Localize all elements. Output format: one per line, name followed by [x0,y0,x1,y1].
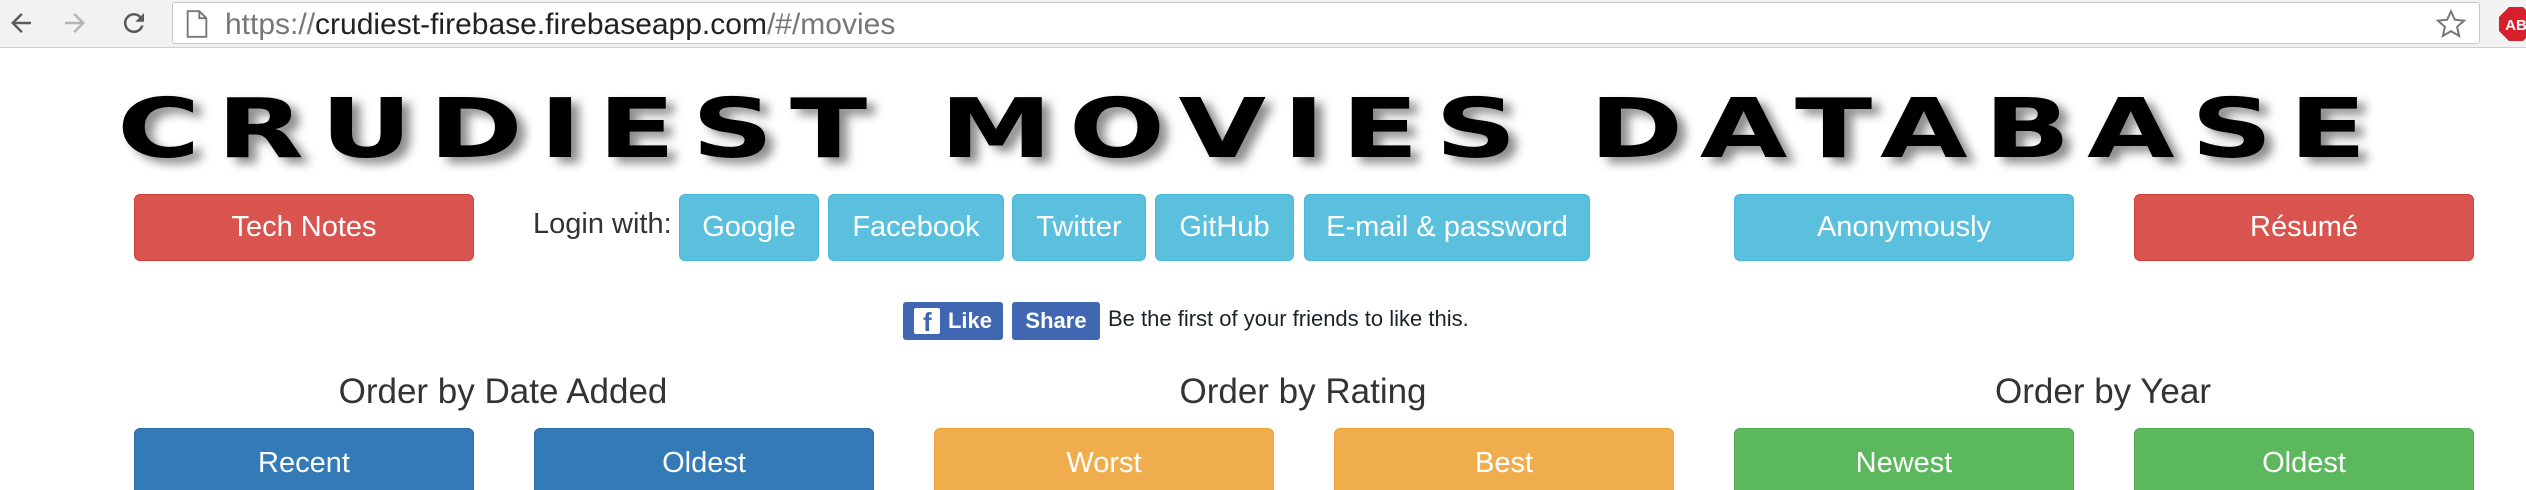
site-title: CRUDIEST MOVIES DATABASE [117,82,2384,177]
url-scheme: https:// [225,8,316,41]
facebook-logo-icon: f [913,307,940,337]
forward-arrow-icon [65,13,85,33]
login-google-button[interactable]: Google [679,194,819,261]
order-worst-button[interactable]: Worst [934,428,1274,490]
resume-button[interactable]: Résumé [2134,194,2474,261]
adblock-badge: AB [2505,17,2526,34]
facebook-like-button[interactable]: f Like [903,302,1003,340]
order-newest-button[interactable]: Newest [1734,428,2074,490]
order-oldest-year-button[interactable]: Oldest [2134,428,2474,490]
login-facebook-button[interactable]: Facebook [828,194,1004,261]
order-recent-button[interactable]: Recent [134,428,474,490]
tech-notes-button[interactable]: Tech Notes [134,194,474,261]
order-oldest-added-button[interactable]: Oldest [534,428,874,490]
facebook-share-button[interactable]: Share [1012,302,1100,340]
adblock-icon[interactable]: AB [2498,6,2526,42]
login-anonymous-button[interactable]: Anonymously [1734,194,2074,261]
bookmark-star-icon[interactable] [2435,8,2467,40]
reload-button[interactable] [115,4,153,42]
reload-icon [123,13,144,34]
forward-button[interactable] [56,4,94,42]
order-by-year-title: Order by Year [1995,372,2211,411]
back-arrow-icon [11,13,31,33]
login-label: Login with: [533,208,672,240]
back-button[interactable] [2,4,40,42]
facebook-social-text: Be the first of your friends to like thi… [1108,306,1469,331]
browser-toolbar: https://crudiest-firebase.firebaseapp.co… [0,0,2526,48]
facebook-like-label: Like [947,308,993,333]
order-by-date-title: Order by Date Added [338,372,668,411]
page-icon [186,10,208,38]
address-bar[interactable]: https://crudiest-firebase.firebaseapp.co… [172,2,2480,44]
url-text: https://crudiest-firebase.firebaseapp.co… [225,8,895,42]
login-email-button[interactable]: E-mail & password [1304,194,1590,261]
order-by-rating-title: Order by Rating [1179,372,1427,411]
url-host: crudiest-firebase.firebaseapp.com [315,8,767,41]
login-twitter-button[interactable]: Twitter [1012,194,1146,261]
url-path: /#/movies [766,8,896,41]
order-best-button[interactable]: Best [1334,428,1674,490]
login-github-button[interactable]: GitHub [1155,194,1294,261]
